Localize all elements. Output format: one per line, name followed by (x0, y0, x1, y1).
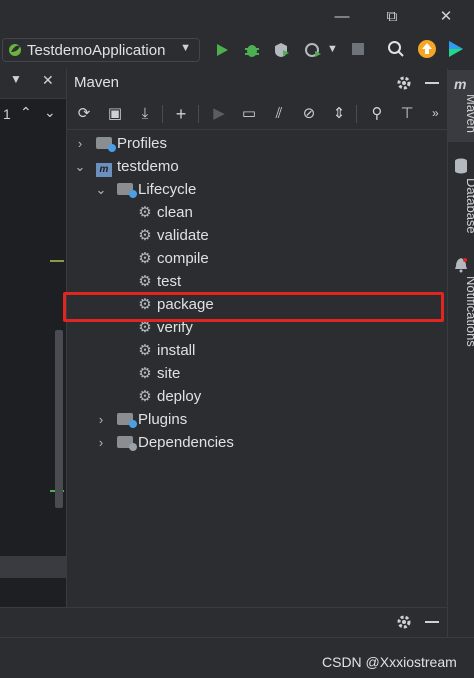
bottom-tool-window-header (0, 607, 447, 638)
reload-icon[interactable]: ⟳ (73, 104, 95, 124)
panel-title: Maven (74, 74, 120, 91)
lifecycle-phase-deploy[interactable]: ⚙ deploy (137, 385, 201, 408)
toolbar-separator (198, 105, 199, 123)
gear-icon: ⚙ (138, 365, 152, 382)
previous-occurrence-icon[interactable]: ⌃ (20, 104, 32, 121)
add-icon[interactable]: + (170, 104, 192, 124)
next-occurrence-icon[interactable]: ⌄ (44, 104, 56, 121)
restore-button[interactable]: ⧉ (380, 6, 404, 28)
chevron-down-icon[interactable]: ▼ (10, 72, 22, 86)
skip-tests-icon[interactable]: ⊘ (298, 104, 320, 124)
chevron-right-icon[interactable]: › (95, 431, 107, 454)
tree-label: install (157, 342, 196, 359)
coverage-icon[interactable] (272, 41, 290, 59)
tree-label: validate (157, 227, 209, 244)
chevron-down-icon[interactable]: ⌄ (95, 178, 107, 201)
gear-icon: ⚙ (138, 388, 152, 405)
plugins-folder-icon (117, 413, 137, 428)
gutter-marker (50, 260, 64, 262)
search-icon[interactable] (387, 40, 405, 58)
tree-label: deploy (157, 388, 202, 405)
toolbar-separator (162, 105, 163, 123)
collapse-all-icon[interactable]: ⇕ (328, 104, 350, 124)
watermark: CSDN @Xxxiostream (322, 654, 457, 670)
dependencies-folder-icon (117, 436, 137, 451)
generate-sources-icon[interactable]: ▣ (104, 104, 126, 124)
spring-leaf-icon (9, 44, 21, 56)
run-icon[interactable] (214, 42, 230, 58)
tab-notifications[interactable]: Notifications (452, 276, 474, 347)
chevron-down-icon[interactable]: ⌄ (74, 155, 86, 178)
lifecycle-phase-install[interactable]: ⚙ install (137, 339, 195, 362)
bell-icon (455, 258, 467, 273)
gear-icon: ⚙ (138, 342, 152, 359)
minimize-button[interactable]: — (330, 6, 354, 28)
tree-label: test (157, 273, 182, 290)
tree-label: Plugins (138, 411, 188, 428)
more-actions-icon[interactable]: » (432, 106, 439, 120)
update-icon[interactable] (417, 39, 437, 59)
lifecycle-phase-test[interactable]: ⚙ test (137, 270, 181, 293)
gear-icon[interactable] (395, 613, 413, 631)
lifecycle-phase-validate[interactable]: ⚙ validate (137, 224, 209, 247)
gear-icon: ⚙ (138, 204, 152, 221)
chevron-down-icon: ▼ (180, 42, 191, 54)
gear-icon[interactable] (395, 74, 413, 92)
gear-icon: ⚙ (138, 250, 152, 267)
chevron-right-icon[interactable]: › (95, 408, 107, 431)
lifecycle-phase-compile[interactable]: ⚙ compile (137, 247, 209, 270)
tree-label: site (157, 365, 181, 382)
tree-label: compile (157, 250, 209, 267)
run-configuration-selector[interactable]: TestdemoApplication ▼ (2, 38, 200, 62)
debug-icon[interactable] (243, 41, 261, 59)
gear-icon: ⚙ (138, 273, 152, 290)
maven-icon: m (454, 76, 467, 92)
database-icon (455, 158, 467, 174)
lifecycle-phase-clean[interactable]: ⚙ clean (137, 201, 193, 224)
tree-label: Profiles (117, 135, 168, 152)
toggle-offline-icon[interactable]: ⫽ (268, 104, 290, 124)
package-highlight-box (63, 292, 444, 322)
more-run-options-icon[interactable]: ▼ (327, 43, 338, 55)
maven-project-icon: m (96, 163, 112, 177)
tree-label: Dependencies (138, 434, 234, 451)
execute-goal-icon[interactable]: ▭ (238, 104, 260, 124)
run-configuration-label: TestdemoApplication (27, 42, 166, 59)
profiles-folder-icon (96, 137, 116, 152)
run-icon[interactable]: ▶ (208, 104, 230, 124)
scrollbar-thumb[interactable] (55, 330, 63, 508)
tab-database[interactable]: Database (452, 178, 474, 234)
download-icon[interactable]: ⤓ (134, 104, 156, 124)
analyze-dependencies-icon[interactable]: ⚲ (366, 104, 388, 124)
lifecycle-folder-icon (117, 183, 137, 198)
tab-maven[interactable]: Maven (452, 94, 474, 133)
gear-icon: ⚙ (138, 227, 152, 244)
close-window-button[interactable]: ✕ (434, 6, 458, 28)
jetbrains-toolbox-icon[interactable] (446, 39, 466, 59)
stop-icon[interactable] (352, 43, 364, 55)
show-diagram-icon[interactable]: ⊤ (396, 104, 418, 124)
line-number: 1 (3, 106, 11, 122)
close-icon[interactable]: ✕ (42, 72, 54, 89)
hide-panel-icon[interactable] (425, 82, 439, 84)
hide-panel-icon[interactable] (425, 621, 439, 623)
lifecycle-phase-site[interactable]: ⚙ site (137, 362, 180, 385)
tree-label: Lifecycle (138, 181, 197, 198)
tree-label: clean (157, 204, 193, 221)
editor-highlighted-line (0, 556, 66, 578)
toolbar-separator (356, 105, 357, 123)
profiler-icon[interactable] (304, 41, 322, 59)
tree-label: testdemo (117, 158, 179, 175)
chevron-right-icon[interactable]: › (74, 132, 86, 155)
